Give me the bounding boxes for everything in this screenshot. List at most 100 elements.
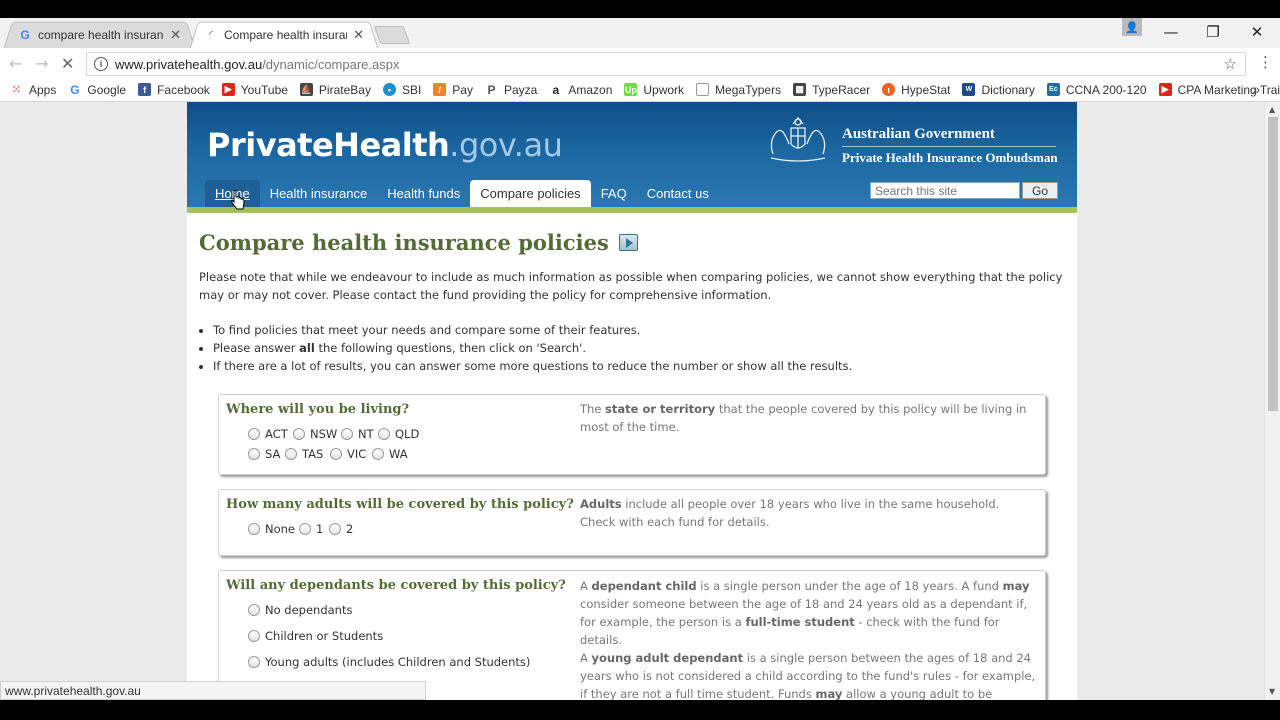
- radio-button[interactable]: [248, 523, 260, 535]
- list-item: If there are a lot of results, you can a…: [213, 357, 852, 375]
- scroll-down-arrow-icon[interactable]: ▼: [1269, 687, 1275, 696]
- radio-button[interactable]: [248, 656, 260, 668]
- profile-icon[interactable]: 👤: [1122, 18, 1142, 36]
- bookmark-typeracer[interactable]: ▦ TypeRacer: [793, 83, 870, 97]
- question-label: Will any dependants be covered by this p…: [226, 578, 566, 593]
- dictionary-icon: W: [962, 83, 976, 96]
- scroll-up-arrow-icon[interactable]: ▲: [1269, 105, 1275, 114]
- question-help: Adults include all people over 18 years …: [580, 497, 1000, 529]
- nav-compare-policies[interactable]: Compare policies: [470, 180, 591, 207]
- question-help: The state or territory that the people c…: [580, 402, 1027, 434]
- stop-loading-icon[interactable]: ✕: [61, 54, 74, 73]
- question-label: How many adults will be covered by this …: [226, 497, 574, 512]
- gov-divider: [842, 146, 1056, 147]
- google-favicon-icon: G: [20, 27, 30, 42]
- bookmark-piratebay[interactable]: ⛵ PirateBay: [299, 83, 371, 97]
- radio-button[interactable]: [330, 448, 342, 460]
- bookmark-amazon[interactable]: a Amazon: [549, 83, 613, 97]
- radio-vic[interactable]: VIC: [330, 447, 366, 461]
- radio-button[interactable]: [248, 630, 260, 642]
- info-icon[interactable]: i: [94, 57, 108, 71]
- gov-subtitle: Private Health Insurance Ombudsman: [842, 150, 1058, 165]
- back-arrow-icon[interactable]: ←: [9, 54, 22, 73]
- pay-icon: /: [433, 83, 447, 96]
- youtube-icon: ▶: [1158, 83, 1172, 96]
- radio-wa[interactable]: WA: [372, 447, 408, 461]
- bookmark-hypestat[interactable]: ı HypeStat: [882, 83, 950, 97]
- bookmark-upwork[interactable]: Up Upwork: [624, 83, 684, 97]
- radio-qld[interactable]: QLD: [378, 427, 419, 441]
- more-bookmarks-icon[interactable]: »: [1252, 81, 1260, 97]
- radio-button[interactable]: [299, 523, 311, 535]
- address-bar[interactable]: i www.privatehealth.gov.au/dynamic/compa…: [86, 52, 1246, 76]
- close-window-icon[interactable]: ✕: [1236, 18, 1278, 46]
- radio-young-adults[interactable]: Young adults (includes Children and Stud…: [248, 655, 530, 669]
- bookmark-cpa[interactable]: ▶CPA Marketing Trainin: [1158, 83, 1280, 97]
- radio-act[interactable]: ACT: [248, 427, 288, 441]
- video-play-icon[interactable]: [618, 234, 638, 251]
- bookmark-star-icon[interactable]: ☆: [1224, 55, 1237, 73]
- nav-health-insurance[interactable]: Health insurance: [260, 180, 378, 207]
- main-nav: Home Health insurance Health funds Compa…: [205, 180, 719, 207]
- bookmark-megatypers[interactable]: MegaTypers: [696, 83, 781, 97]
- typeracer-icon: ▦: [793, 83, 807, 96]
- bookmark-youtube[interactable]: ▶ YouTube: [221, 83, 288, 97]
- radio-button[interactable]: [372, 448, 384, 460]
- bookmark-payza[interactable]: P Payza: [485, 83, 537, 97]
- bookmark-ccna[interactable]: Ec CCNA 200-120: [1046, 83, 1147, 97]
- youtube-icon: ▶: [221, 83, 235, 96]
- radio-children-students[interactable]: Children or Students: [248, 629, 383, 643]
- new-tab-button[interactable]: [373, 26, 411, 44]
- radio-two[interactable]: 2: [329, 522, 353, 536]
- bookmark-apps[interactable]: ⁙ Apps: [10, 83, 56, 97]
- restore-icon[interactable]: ❐: [1192, 18, 1234, 46]
- bookmarks-bar: ⁙ Apps G Google f Facebook ▶ YouTube ⛵ Pirate…: [0, 78, 1280, 102]
- site-logo[interactable]: PrivateHealth.gov.au: [207, 126, 563, 164]
- bookmark-dictionary[interactable]: W Dictionary: [962, 83, 1035, 97]
- url-path: /dynamic/compare.aspx: [262, 56, 400, 72]
- radio-button[interactable]: [378, 428, 390, 440]
- vertical-scrollbar[interactable]: ▲ ▼: [1264, 102, 1280, 700]
- apps-grid-icon: ⁙: [11, 84, 22, 96]
- tab-compare-inactive[interactable]: G compare health insurance ✕: [3, 21, 196, 49]
- nav-faq[interactable]: FAQ: [591, 180, 637, 207]
- tab-close-icon[interactable]: ✕: [170, 27, 181, 43]
- payza-icon: P: [487, 82, 496, 97]
- page-title: Compare health insurance policies: [199, 230, 638, 255]
- radio-button[interactable]: [285, 448, 297, 460]
- radio-no-dependants[interactable]: No dependants: [248, 603, 352, 617]
- intro-text: Please note that while we endeavour to i…: [199, 270, 1063, 302]
- list-item: Please answer all the following question…: [213, 339, 852, 357]
- tab-title: Compare health insurance: [224, 27, 347, 42]
- bookmark-pay[interactable]: / Pay: [433, 83, 473, 97]
- radio-button[interactable]: [341, 428, 353, 440]
- chrome-menu-icon[interactable]: ⋮: [1258, 53, 1273, 71]
- bookmark-sbi[interactable]: • SBI: [382, 83, 421, 97]
- browser-toolbar: ← → ✕ i www.privatehealth.gov.au/dynamic…: [0, 48, 1280, 78]
- radio-button[interactable]: [248, 448, 260, 460]
- radio-nt[interactable]: NT: [341, 427, 374, 441]
- list-item: To find policies that meet your needs an…: [213, 321, 852, 339]
- radio-button[interactable]: [248, 428, 260, 440]
- search-input[interactable]: [870, 182, 1020, 199]
- radio-sa[interactable]: SA: [248, 447, 280, 461]
- nav-contact-us[interactable]: Contact us: [637, 180, 719, 207]
- scrollbar-thumb[interactable]: [1268, 117, 1278, 411]
- radio-one[interactable]: 1: [299, 522, 323, 536]
- radio-button[interactable]: [293, 428, 305, 440]
- instruction-list: To find policies that meet your needs an…: [213, 321, 852, 375]
- radio-button[interactable]: [329, 523, 341, 535]
- radio-button[interactable]: [248, 604, 260, 616]
- minimize-icon[interactable]: —: [1150, 18, 1192, 46]
- tab-compare-active[interactable]: ◜ Compare health insurance ✕: [189, 21, 379, 49]
- question-living-box: Where will you be living? The state or t…: [218, 394, 1046, 475]
- tab-close-icon[interactable]: ✕: [353, 27, 364, 43]
- radio-nsw[interactable]: NSW: [293, 427, 337, 441]
- radio-tas[interactable]: TAS: [285, 447, 323, 461]
- bookmark-google[interactable]: G Google: [68, 83, 126, 97]
- radio-none[interactable]: None: [248, 522, 295, 536]
- nav-health-funds[interactable]: Health funds: [377, 180, 470, 207]
- bookmark-facebook[interactable]: f Facebook: [138, 83, 210, 97]
- search-go-button[interactable]: Go: [1022, 182, 1058, 199]
- forward-arrow-icon[interactable]: →: [35, 54, 48, 73]
